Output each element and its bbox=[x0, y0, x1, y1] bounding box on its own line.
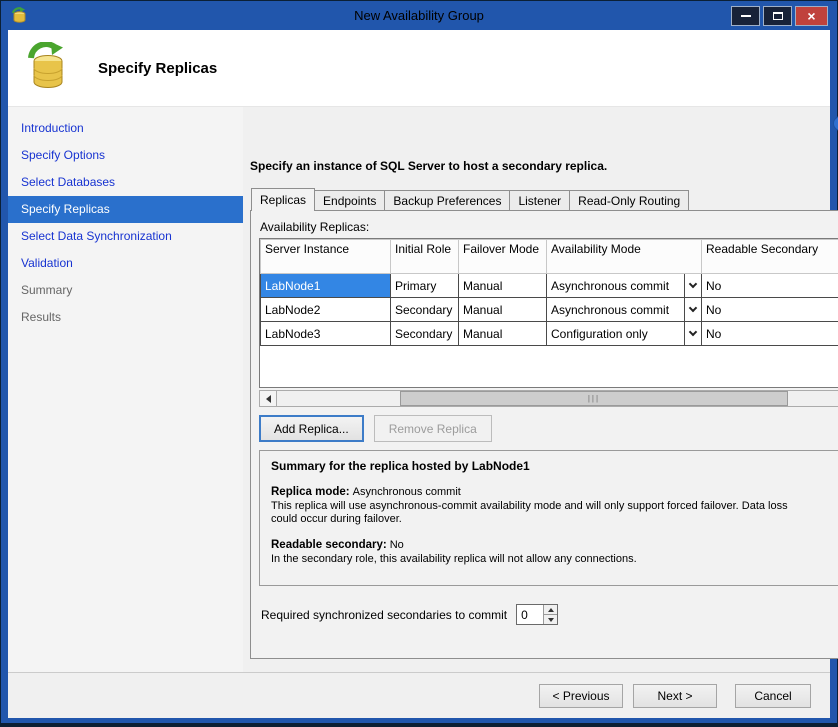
tab-backup-preferences[interactable]: Backup Preferences bbox=[384, 190, 510, 210]
col-initial-role: Initial Role bbox=[391, 240, 459, 274]
instruction-text: Specify an instance of SQL Server to hos… bbox=[250, 159, 838, 173]
close-button[interactable]: × bbox=[795, 6, 828, 26]
col-availability-mode: Availability Mode bbox=[547, 240, 702, 274]
required-secondaries-input[interactable] bbox=[517, 605, 543, 624]
remove-replica-button[interactable]: Remove Replica bbox=[374, 415, 492, 442]
tab-listener[interactable]: Listener bbox=[509, 190, 570, 210]
wizard-header: Specify Replicas bbox=[8, 30, 830, 107]
required-secondaries-row: Required synchronized secondaries to com… bbox=[261, 604, 838, 625]
grid-header-row: Server Instance Initial Role Failover Mo… bbox=[261, 240, 838, 274]
tab-endpoints[interactable]: Endpoints bbox=[314, 190, 385, 210]
availability-mode-dropdown[interactable]: Asynchronous commit bbox=[547, 298, 702, 322]
chevron-down-icon[interactable] bbox=[684, 322, 701, 345]
window-controls: × bbox=[731, 6, 830, 26]
readable-secondary-dropdown[interactable]: No bbox=[702, 274, 838, 298]
availability-mode-dropdown[interactable]: Configuration only bbox=[547, 322, 702, 346]
titlebar[interactable]: New Availability Group × bbox=[8, 1, 830, 30]
readable-secondary-label: Readable secondary: bbox=[271, 539, 387, 551]
tab-read-only-routing[interactable]: Read-Only Routing bbox=[569, 190, 689, 210]
cell-failover[interactable]: Manual bbox=[459, 298, 547, 322]
cell-role[interactable]: Secondary bbox=[391, 298, 459, 322]
horizontal-scrollbar[interactable]: ||| bbox=[259, 390, 838, 407]
scrollbar-thumb[interactable]: ||| bbox=[400, 391, 787, 406]
minimize-icon bbox=[741, 15, 751, 17]
wizard-body: Introduction Specify Options Select Data… bbox=[8, 107, 830, 672]
minimize-button[interactable] bbox=[731, 6, 760, 26]
replicas-grid: Server Instance Initial Role Failover Mo… bbox=[259, 238, 838, 388]
table-row: LabNode2 Secondary Manual Asynchronous c… bbox=[261, 298, 838, 322]
cell-failover[interactable]: Manual bbox=[459, 274, 547, 298]
wizard-footer: < Previous Next > Cancel bbox=[8, 672, 830, 718]
help-icon: ? bbox=[833, 116, 838, 131]
replica-mode-label: Replica mode: bbox=[271, 486, 350, 498]
sidebar-item-data-synchronization[interactable]: Select Data Synchronization bbox=[8, 223, 243, 250]
scrollbar-track[interactable]: ||| bbox=[277, 391, 838, 406]
cell-server-labnode1[interactable]: LabNode1 bbox=[261, 274, 391, 298]
cell-role[interactable]: Primary bbox=[391, 274, 459, 298]
window: New Availability Group × Specify Replica… bbox=[0, 0, 838, 727]
cell-server-labnode2[interactable]: LabNode2 bbox=[261, 298, 391, 322]
spinner-up-button[interactable] bbox=[544, 605, 557, 615]
sidebar-item-validation[interactable]: Validation bbox=[8, 250, 243, 277]
readable-secondary-description: In the secondary role, this availability… bbox=[271, 553, 816, 566]
tab-replicas[interactable]: Replicas bbox=[251, 188, 315, 211]
chevron-down-icon[interactable] bbox=[684, 298, 701, 321]
replicas-tab-panel: Availability Replicas: Server Instance I… bbox=[250, 210, 838, 659]
required-secondaries-label: Required synchronized secondaries to com… bbox=[261, 608, 507, 622]
readable-secondary-value: No bbox=[390, 539, 404, 551]
sidebar-item-select-databases[interactable]: Select Databases bbox=[8, 169, 243, 196]
replica-buttons: Add Replica... Remove Replica bbox=[259, 415, 838, 442]
cell-failover[interactable]: Manual bbox=[459, 322, 547, 346]
replica-mode-value: Asynchronous commit bbox=[353, 486, 461, 498]
spinner-down-button[interactable] bbox=[544, 615, 557, 624]
sidebar-item-summary: Summary bbox=[8, 277, 243, 304]
maximize-button[interactable] bbox=[763, 6, 792, 26]
previous-button[interactable]: < Previous bbox=[539, 684, 623, 708]
help-link[interactable]: ? Help bbox=[833, 116, 838, 131]
scroll-left-arrow[interactable] bbox=[260, 391, 277, 406]
readable-secondary-line: Readable secondary:No bbox=[271, 539, 838, 551]
replica-mode-line: Replica mode:Asynchronous commit bbox=[271, 486, 838, 498]
readable-secondary-dropdown[interactable]: No bbox=[702, 322, 838, 346]
maximize-icon bbox=[773, 12, 783, 20]
replica-mode-description: This replica will use asynchronous-commi… bbox=[271, 500, 816, 526]
availability-group-icon bbox=[24, 42, 76, 94]
cancel-button[interactable]: Cancel bbox=[735, 684, 811, 708]
summary-title: Summary for the replica hosted by LabNod… bbox=[271, 459, 838, 473]
sidebar-item-specify-replicas[interactable]: Specify Replicas bbox=[8, 196, 243, 223]
app-icon bbox=[11, 7, 28, 24]
availability-mode-dropdown[interactable]: Asynchronous commit bbox=[547, 274, 702, 298]
col-failover-mode: Failover Mode bbox=[459, 240, 547, 274]
wizard-steps: Introduction Specify Options Select Data… bbox=[8, 107, 243, 672]
table-row: LabNode3 Secondary Manual Configuration … bbox=[261, 322, 838, 346]
window-title: New Availability Group bbox=[8, 8, 830, 23]
replica-summary-panel: Summary for the replica hosted by LabNod… bbox=[259, 450, 838, 586]
sidebar-item-specify-options[interactable]: Specify Options bbox=[8, 142, 243, 169]
readable-secondary-dropdown[interactable]: No bbox=[702, 298, 838, 322]
cell-role[interactable]: Secondary bbox=[391, 322, 459, 346]
next-button[interactable]: Next > bbox=[633, 684, 717, 708]
col-server-instance: Server Instance bbox=[261, 240, 391, 274]
chevron-down-icon[interactable] bbox=[684, 274, 701, 297]
add-replica-button[interactable]: Add Replica... bbox=[259, 415, 364, 442]
client-area: Specify Replicas Introduction Specify Op… bbox=[8, 30, 830, 718]
required-secondaries-spinner bbox=[516, 604, 558, 625]
table-row: LabNode1 Primary Manual Asynchronous com… bbox=[261, 274, 838, 298]
main-pane: ? Help Specify an instance of SQL Server… bbox=[243, 107, 838, 672]
sidebar-item-results: Results bbox=[8, 304, 243, 331]
sidebar-item-introduction[interactable]: Introduction bbox=[8, 115, 243, 142]
tab-strip: Replicas Endpoints Backup Preferences Li… bbox=[250, 187, 838, 210]
col-readable-secondary: Readable Secondary bbox=[702, 240, 838, 274]
cell-server-labnode3[interactable]: LabNode3 bbox=[261, 322, 391, 346]
page-title: Specify Replicas bbox=[98, 60, 217, 77]
close-icon: × bbox=[807, 8, 815, 24]
availability-replicas-label: Availability Replicas: bbox=[260, 220, 838, 234]
